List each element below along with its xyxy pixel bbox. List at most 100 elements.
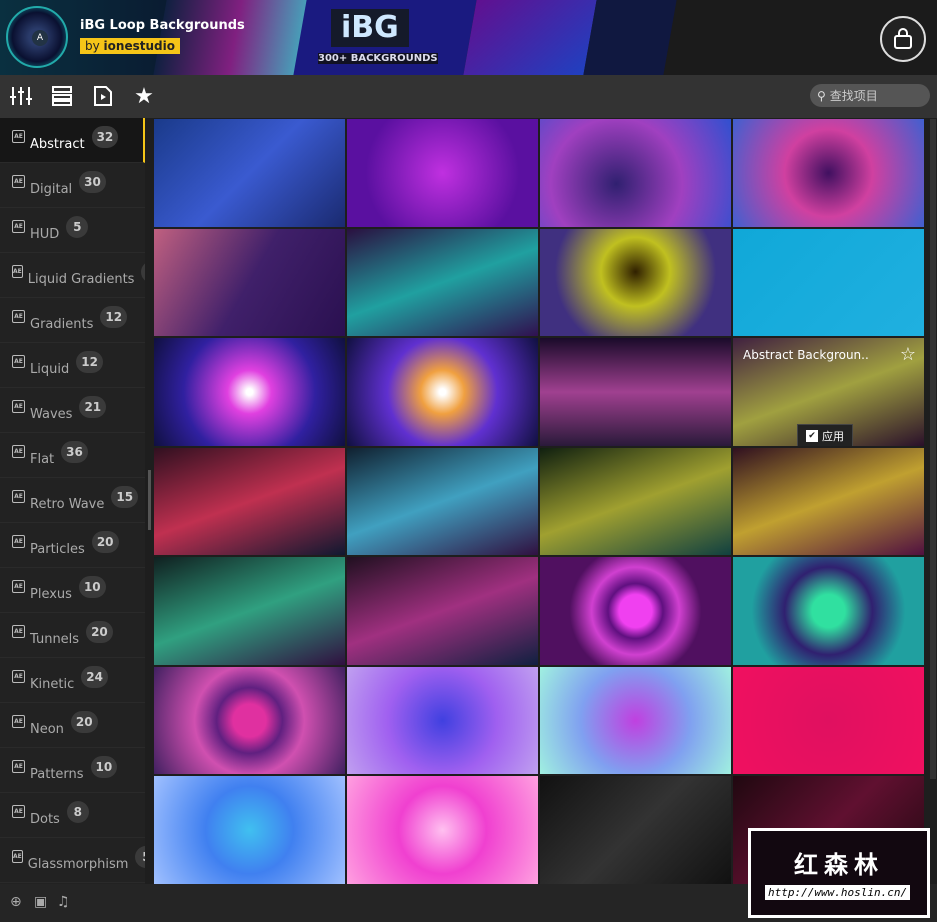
background-thumbnail[interactable] — [733, 119, 924, 227]
sidebar-item-flat[interactable]: AE Flat 36 — [0, 433, 145, 478]
author-name: ionestudio — [103, 39, 175, 53]
sidebar-item-plexus[interactable]: AE Plexus 10 — [0, 568, 145, 613]
shop-button[interactable] — [880, 16, 926, 62]
ae-file-icon: AE — [12, 849, 23, 863]
item-count-badge: 10 — [90, 756, 118, 778]
sidebar-item-label: Dots — [30, 811, 60, 827]
apply-button[interactable]: ✔ 应用 — [797, 424, 853, 446]
thumbnail-grid: Abstract Backgroun.. ☆ ✔ 应用 — [154, 119, 926, 884]
logo-letter: A — [32, 30, 48, 46]
item-count-badge: 12 — [100, 306, 128, 328]
ae-file-icon: AE — [12, 669, 25, 683]
sidebar-item-label: Gradients — [30, 316, 94, 332]
sidebar-item-neon[interactable]: AE Neon 20 — [0, 703, 145, 748]
sidebar-item-glassmorphism[interactable]: AE Glassmorphism 5 — [0, 838, 145, 883]
sidebar-item-digital[interactable]: AE Digital 30 — [0, 163, 145, 208]
background-thumbnail[interactable] — [347, 447, 538, 555]
watermark-text: 红森林 — [794, 851, 884, 879]
item-count-badge: 5 — [135, 846, 145, 868]
by-label: by — [85, 39, 100, 53]
target-icon[interactable]: ⊕ — [10, 894, 22, 910]
background-thumbnail[interactable] — [154, 666, 345, 774]
watermark: 红森林 http://www.hoslin.cn/ — [748, 828, 930, 918]
sidebar-item-label: Neon — [30, 721, 64, 737]
background-thumbnail[interactable] — [733, 557, 924, 665]
background-thumbnail[interactable] — [540, 338, 731, 446]
sidebar-item-liquid-gradients[interactable]: AE Liquid Gradients 3 — [0, 253, 145, 298]
sidebar-item-label: Glassmorphism — [27, 856, 129, 872]
play-icon[interactable]: ▣ — [34, 894, 47, 910]
background-thumbnail[interactable] — [540, 666, 731, 774]
background-thumbnail[interactable]: Abstract Backgroun.. ☆ ✔ 应用 — [733, 338, 924, 446]
sidebar-item-gradients[interactable]: AE Gradients 12 — [0, 298, 145, 343]
sidebar-item-tunnels[interactable]: AE Tunnels 20 — [0, 613, 145, 658]
sliders-icon[interactable] — [9, 84, 33, 108]
item-count-badge: 20 — [70, 711, 98, 733]
sidebar-item-retro-wave[interactable]: AE Retro Wave 15 — [0, 478, 145, 523]
background-thumbnail[interactable] — [154, 557, 345, 665]
sidebar-item-abstract[interactable]: AE Abstract 32 — [0, 118, 145, 163]
sidebar-item-patterns[interactable]: AE Patterns 10 — [0, 748, 145, 793]
background-thumbnail[interactable] — [154, 447, 345, 555]
sidebar-item-label: Digital — [30, 181, 73, 197]
thumbnail-title: Abstract Backgroun.. — [743, 348, 869, 362]
background-thumbnail[interactable] — [540, 776, 731, 884]
sidebar-item-liquid[interactable]: AE Liquid 12 — [0, 343, 145, 388]
shopping-bag-icon — [894, 28, 912, 49]
background-thumbnail[interactable] — [154, 228, 345, 336]
item-count-badge: 12 — [76, 351, 103, 373]
background-thumbnail[interactable] — [347, 776, 538, 884]
watermark-url: http://www.hoslin.cn/ — [765, 885, 911, 900]
item-count-badge: 36 — [61, 441, 88, 463]
sidebar-item-label: Abstract — [30, 136, 85, 152]
music-icon[interactable]: ♫ — [57, 894, 70, 910]
ae-file-icon: AE — [12, 174, 25, 188]
background-thumbnail[interactable] — [540, 119, 731, 227]
background-thumbnail[interactable] — [154, 776, 345, 884]
sidebar-item-label: Plexus — [30, 586, 72, 602]
ae-file-icon: AE — [12, 219, 25, 233]
item-count-badge: 21 — [79, 396, 107, 418]
sidebar-item-waves[interactable]: AE Waves 21 — [0, 388, 145, 433]
app-logo: A — [6, 6, 68, 68]
checkbox-icon: ✔ — [806, 430, 818, 442]
item-count-badge: 20 — [91, 531, 119, 553]
grid-scrollbar[interactable] — [930, 119, 936, 779]
list-icon[interactable] — [50, 84, 74, 108]
ae-file-icon: AE — [12, 264, 23, 278]
sidebar-item-dots[interactable]: AE Dots 8 — [0, 793, 145, 838]
background-thumbnail[interactable] — [540, 228, 731, 336]
app-title: iBG Loop Backgrounds — [80, 18, 245, 33]
sidebar-item-hud[interactable]: AE HUD 5 — [0, 208, 145, 253]
background-thumbnail[interactable] — [540, 557, 731, 665]
background-thumbnail[interactable] — [154, 119, 345, 227]
search-input[interactable] — [829, 88, 925, 103]
background-thumbnail[interactable] — [540, 447, 731, 555]
author-badge[interactable]: by ionestudio — [80, 38, 180, 54]
banner-bg — [583, 0, 677, 75]
sidebar-item-particles[interactable]: AE Particles 20 — [0, 523, 145, 568]
search-box[interactable]: ⚲ — [810, 84, 930, 107]
banner-subtitle: 300+ BACKGROUNDS — [318, 53, 438, 64]
play-file-icon[interactable] — [91, 84, 115, 108]
sidebar-item-kinetic[interactable]: AE Kinetic 24 — [0, 658, 145, 703]
ae-file-icon: AE — [12, 624, 25, 638]
background-thumbnail[interactable] — [733, 666, 924, 774]
sidebar-item-label: Retro Wave — [30, 496, 105, 512]
background-thumbnail[interactable] — [733, 228, 924, 336]
favorite-star-icon[interactable]: ☆ — [900, 344, 916, 365]
background-thumbnail[interactable] — [347, 228, 538, 336]
ae-file-icon: AE — [12, 309, 25, 323]
background-thumbnail[interactable] — [347, 338, 538, 446]
background-thumbnail[interactable] — [154, 338, 345, 446]
star-icon[interactable]: ★ — [132, 84, 156, 109]
background-thumbnail[interactable] — [733, 447, 924, 555]
item-count-badge: 20 — [86, 621, 113, 643]
background-thumbnail[interactable] — [347, 666, 538, 774]
item-count-badge: 3 — [141, 261, 145, 283]
background-thumbnail[interactable] — [347, 119, 538, 227]
background-thumbnail[interactable] — [347, 557, 538, 665]
sidebar-scrollbar[interactable] — [148, 470, 151, 530]
item-count-badge: 8 — [66, 801, 89, 823]
item-count-badge: 10 — [78, 576, 106, 598]
